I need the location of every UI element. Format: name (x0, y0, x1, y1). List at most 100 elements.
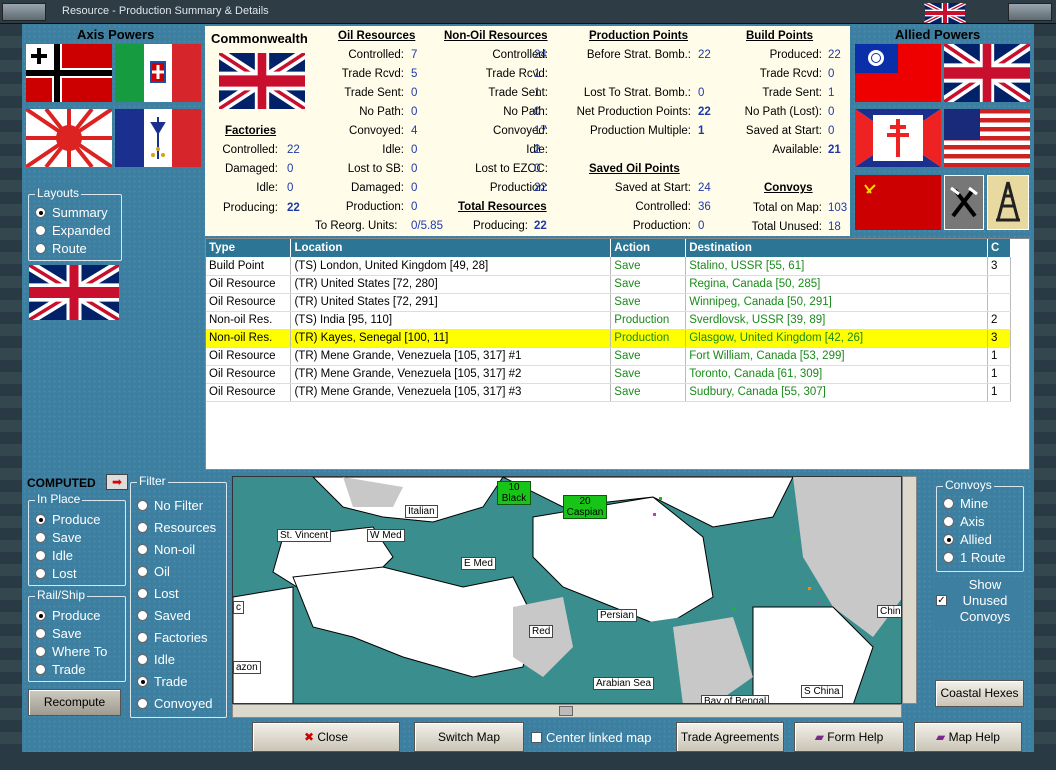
h-scroll-thumb[interactable] (559, 706, 573, 716)
filter-idle-radio[interactable]: Idle (137, 652, 175, 667)
filter-no-filter-radio[interactable]: No Filter (137, 498, 203, 513)
close-button[interactable]: ✖ Close (252, 722, 400, 752)
cell-action: Save (610, 365, 687, 384)
cell-c: 1 (987, 347, 1012, 366)
rail-ship-where-to-radio[interactable]: Where To (35, 644, 107, 659)
center-linked-label: Center linked map (546, 730, 652, 745)
table-row[interactable]: Oil Resource (TR) United States [72, 291]… (206, 293, 1012, 312)
coastal-hexes-button[interactable]: Coastal Hexes (935, 680, 1024, 707)
filter-non-oil-radio[interactable]: Non-oil (137, 542, 195, 557)
computed-arrow-icon[interactable]: ➡ (106, 474, 128, 490)
filter-oil-radio[interactable]: Oil (137, 564, 170, 579)
filter-trade-radio[interactable]: Trade (137, 674, 187, 689)
radio-label: Mine (960, 496, 989, 511)
map-horizontal-scrollbar[interactable] (232, 704, 902, 718)
japan-flag-icon[interactable] (26, 109, 112, 167)
system-menu-button[interactable] (2, 3, 46, 21)
show-unused-checkbox[interactable]: ✓ Show Unused Convoys (934, 577, 1024, 627)
axis-heading: Axis Powers (77, 27, 155, 42)
factories-controlled-value: 22 (287, 144, 300, 156)
cell-action: Save (610, 257, 687, 276)
rail-ship-produce-radio[interactable]: Produce (35, 608, 100, 623)
table-row[interactable]: Oil Resource (TR) United States [72, 280]… (206, 275, 1012, 294)
uk-allied-flag-icon[interactable] (944, 44, 1030, 102)
ussr-flag-icon[interactable] (855, 175, 941, 230)
filter-saved-radio[interactable]: Saved (137, 608, 191, 623)
convoys-1-route-radio[interactable]: 1 Route (943, 550, 1006, 565)
map-tag-black[interactable]: 10 Black (497, 481, 531, 505)
total-resources-heading: Total Resources (458, 201, 547, 213)
build-points-icon[interactable] (944, 175, 984, 230)
map-label-arabian-sea: Arabian Sea (593, 677, 655, 690)
in-place-lost-radio[interactable]: Lost (35, 566, 77, 581)
radio-label: Factories (154, 630, 208, 645)
china-flag-icon[interactable] (855, 44, 941, 102)
country-name: Commonwealth (211, 31, 308, 46)
convoys-allied-radio[interactable]: Allied (943, 532, 992, 547)
usa-flag-icon[interactable] (944, 109, 1030, 167)
table-row[interactable]: Oil Resource (TR) Mene Grande, Venezuela … (206, 347, 1012, 366)
cell-destination: Toronto, Canada [61, 309] (685, 365, 988, 384)
col-location[interactable]: Location (290, 239, 612, 257)
convoys-unused-label: Total Unused: (751, 221, 822, 233)
in-place-produce-radio[interactable]: Produce (35, 512, 100, 527)
germany-flag-icon[interactable] (26, 44, 112, 102)
rail-ship-trade-radio[interactable]: Trade (35, 662, 85, 677)
col-type[interactable]: Type (206, 239, 292, 257)
cell-destination: Glasgow, United Kingdom [42, 26] (685, 329, 988, 348)
map-help-button[interactable]: ▰ Map Help (914, 722, 1022, 752)
table-row[interactable]: Oil Resource (TR) Mene Grande, Venezuela … (206, 383, 1012, 402)
reorg-label: To Reorg. Units: (315, 220, 398, 232)
radio-label: Axis (960, 514, 985, 529)
center-linked-checkbox[interactable]: Center linked map (531, 730, 652, 745)
rail-ship-save-radio[interactable]: Save (35, 626, 82, 641)
radio-dot (137, 500, 148, 511)
map-vertical-scrollbar[interactable] (902, 476, 917, 704)
nonoil-row-value: 2 (534, 144, 541, 156)
oil-derrick-icon[interactable] (987, 175, 1029, 230)
free-france-flag-icon[interactable] (855, 109, 941, 167)
world-map[interactable]: St. Vincent W Med Italian E Med Persian … (232, 476, 902, 704)
in-place-idle-radio[interactable]: Idle (35, 548, 73, 563)
window-close-button[interactable] (1008, 3, 1052, 21)
table-row[interactable]: Build Point (TS) London, United Kingdom [… (206, 257, 1012, 276)
oil-row-value: 0 (411, 163, 418, 175)
vichy-france-flag-icon[interactable] (115, 109, 201, 167)
recompute-button[interactable]: Recompute (28, 689, 121, 716)
filter-convoyed-radio[interactable]: Convoyed (137, 696, 213, 711)
map-tag-caspian[interactable]: 20 Caspian (563, 495, 607, 519)
layout-expanded-radio[interactable]: Expanded (35, 223, 111, 238)
filter-factories-radio[interactable]: Factories (137, 630, 207, 645)
saved-start-label: Saved at Start: (614, 182, 691, 194)
saved-start-value: 24 (698, 182, 711, 194)
cell-c (987, 275, 1012, 294)
filter-lost-radio[interactable]: Lost (137, 586, 179, 601)
table-row[interactable]: Oil Resource (TR) Mene Grande, Venezuela … (206, 365, 1012, 384)
cell-type: Oil Resource (206, 347, 292, 366)
table-row[interactable]: Non-oil Res. (TR) Kayes, Senegal [100, 11… (206, 329, 1012, 348)
col-c[interactable]: C (987, 239, 1012, 257)
layout-summary-radio[interactable]: Summary (35, 205, 108, 220)
total-producing-value: 22 (534, 220, 547, 232)
table-row[interactable]: Non-oil Res. (TS) India [95, 110] Producti… (206, 311, 1012, 330)
nonoil-row-value: 1 (534, 68, 541, 80)
in-place-save-radio[interactable]: Save (35, 530, 82, 545)
cell-location: (TR) United States [72, 280] (290, 275, 612, 294)
form-help-button[interactable]: ▰ Form Help (794, 722, 904, 752)
col-action[interactable]: Action (610, 239, 687, 257)
switch-map-button[interactable]: Switch Map (414, 722, 524, 752)
radio-label: Save (52, 626, 82, 641)
italy-flag-icon[interactable] (115, 44, 201, 102)
map-help-label: Map Help (948, 730, 1000, 744)
convoys-mine-radio[interactable]: Mine (943, 496, 988, 511)
bp-row-value: 1 (828, 87, 835, 99)
layout-route-radio[interactable]: Route (35, 241, 87, 256)
cell-type: Oil Resource (206, 293, 292, 312)
col-destination[interactable]: Destination (685, 239, 988, 257)
filter-resources-radio[interactable]: Resources (137, 520, 216, 535)
trade-agreements-button[interactable]: Trade Agreements (676, 722, 784, 752)
map-label-azon: azon (233, 661, 261, 674)
convoys-axis-radio[interactable]: Axis (943, 514, 985, 529)
cell-type: Oil Resource (206, 383, 292, 402)
radio-dot (35, 664, 46, 675)
